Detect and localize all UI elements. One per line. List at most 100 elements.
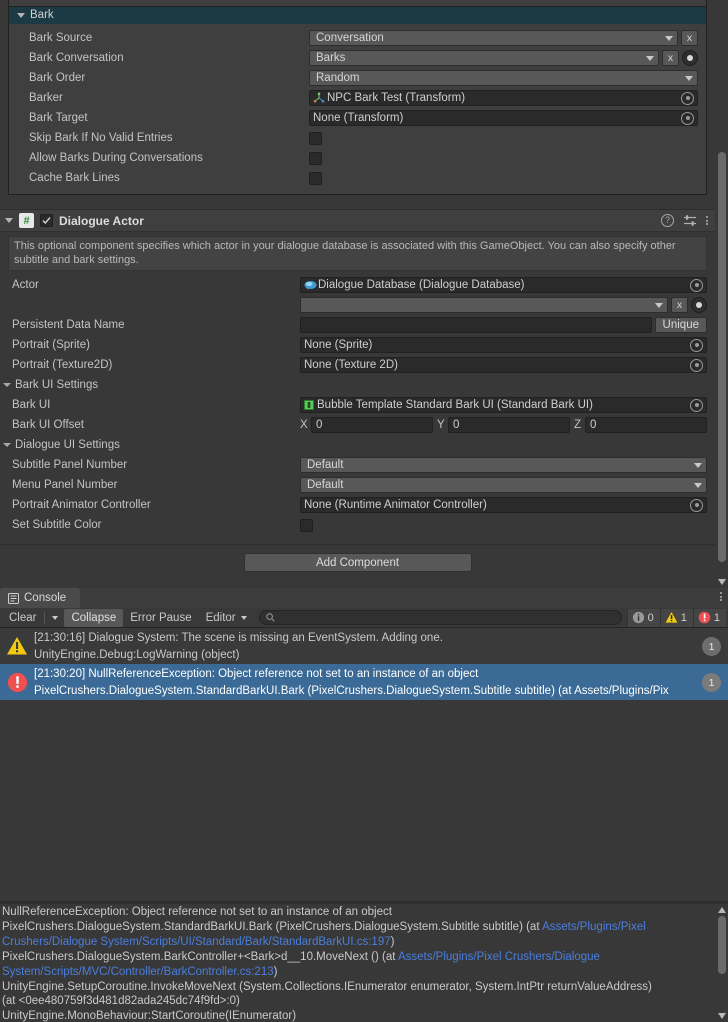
- object-picker-icon[interactable]: [690, 498, 703, 512]
- stack-trace-link[interactable]: Assets/Plugins/Pixel: [542, 921, 646, 933]
- object-picker-icon[interactable]: [690, 398, 703, 412]
- row-skip-bark: Skip Bark If No Valid Entries: [17, 128, 698, 148]
- console-detail-scrollbar-thumb[interactable]: [718, 916, 726, 974]
- chevron-up-icon[interactable]: [717, 907, 726, 913]
- stack-trace-link[interactable]: Crushers/Dialogue System/Scripts/UI/Stan…: [2, 936, 391, 948]
- dialogue-actor-enabled-checkbox[interactable]: [40, 214, 53, 227]
- skip-bark-checkbox[interactable]: [309, 131, 322, 145]
- console-icon: [8, 592, 19, 604]
- foldout-triangle-icon[interactable]: [17, 13, 25, 18]
- prefab-icon: [304, 400, 314, 410]
- bark-order-dropdown[interactable]: Random: [309, 70, 698, 86]
- bark-conversation-value: Barks: [316, 52, 346, 64]
- portrait-sprite-object-field[interactable]: None (Sprite): [300, 337, 707, 353]
- row-set-subtitle-color: Set Subtitle Color: [8, 515, 707, 535]
- tab-console[interactable]: Console: [0, 588, 81, 608]
- row-bark-order: Bark Order Random: [17, 68, 698, 88]
- dialogue-database-icon: [304, 280, 317, 290]
- foldout-triangle-icon[interactable]: [3, 383, 11, 387]
- console-detail-text: NullReferenceException: Object reference…: [0, 904, 728, 1022]
- stack-trace-link[interactable]: System/Scripts/MVC/Controller/BarkContro…: [2, 966, 274, 978]
- object-picker-icon[interactable]: [690, 278, 703, 292]
- chevron-down-icon: [240, 615, 247, 620]
- console-detail-pane[interactable]: NullReferenceException: Object reference…: [0, 904, 728, 1022]
- kebab-menu-icon[interactable]: [706, 216, 708, 225]
- bark-foldout-header[interactable]: Bark: [9, 7, 706, 24]
- actor-name-picker-button[interactable]: [691, 297, 707, 313]
- bark-ui-settings-foldout[interactable]: Bark UI Settings: [2, 375, 707, 395]
- row-persistent-data-name: Persistent Data Name Unique: [8, 315, 707, 335]
- console-search-input[interactable]: [258, 610, 622, 625]
- warning-counter[interactable]: 1: [659, 608, 693, 627]
- offset-y-axis-label: Y: [437, 419, 445, 431]
- set-subtitle-color-checkbox[interactable]: [300, 518, 313, 532]
- allow-barks-checkbox[interactable]: [309, 151, 322, 165]
- label-bark-ui-offset: Bark UI Offset: [12, 419, 85, 431]
- actor-name-dropdown[interactable]: [300, 297, 668, 313]
- inspector-scrollbar-thumb[interactable]: [718, 152, 726, 562]
- actor-name-clear-button[interactable]: x: [671, 297, 688, 313]
- offset-z-input[interactable]: 0: [585, 417, 707, 433]
- stack-trace-link[interactable]: Assets/Plugins/Pixel Crushers/Dialogue: [398, 951, 600, 963]
- editor-dropdown[interactable]: Editor: [199, 609, 254, 627]
- bark-source-clear-button[interactable]: x: [681, 30, 698, 46]
- inspector-scrollbar[interactable]: [715, 0, 728, 588]
- subtitle-panel-number-dropdown[interactable]: Default: [300, 457, 707, 473]
- bark-component-box: Bark Bark Source Conversation x Bark Con…: [8, 6, 707, 195]
- offset-x-input[interactable]: 0: [311, 417, 433, 433]
- dialogue-actor-header[interactable]: # Dialogue Actor ?: [0, 210, 715, 232]
- label-barker: Barker: [29, 92, 63, 104]
- persistent-data-name-input[interactable]: [300, 317, 652, 333]
- foldout-triangle-icon[interactable]: [3, 443, 11, 447]
- bark-target-object-field[interactable]: None (Transform): [309, 110, 698, 126]
- actor-object-field[interactable]: Dialogue Database (Dialogue Database): [300, 277, 707, 293]
- bark-source-dropdown[interactable]: Conversation: [309, 30, 678, 46]
- preset-settings-icon[interactable]: [683, 214, 697, 227]
- divider: [44, 611, 46, 624]
- object-picker-icon[interactable]: [681, 111, 694, 125]
- dialogue-ui-settings-label: Dialogue UI Settings: [15, 439, 120, 451]
- collapse-label: Collapse: [71, 611, 117, 624]
- offset-z: Z 0: [574, 417, 707, 433]
- add-component-button[interactable]: Add Component: [243, 553, 472, 572]
- chevron-down-icon[interactable]: [717, 1013, 726, 1019]
- portrait-texture2d-object-field[interactable]: None (Texture 2D): [300, 357, 707, 373]
- stack-trace-line: PixelCrushers.DialogueSystem.StandardBar…: [2, 920, 712, 935]
- barker-object-field[interactable]: NPC Bark Test (Transform): [309, 90, 698, 106]
- portrait-animator-controller-object-field[interactable]: None (Runtime Animator Controller): [300, 497, 707, 513]
- console-detail-scrollbar[interactable]: [715, 904, 728, 1022]
- dialogue-ui-settings-foldout[interactable]: Dialogue UI Settings: [2, 435, 707, 455]
- cache-bark-lines-checkbox[interactable]: [309, 171, 322, 185]
- error-pause-toggle[interactable]: Error Pause: [123, 609, 198, 627]
- row-bark-ui: Bark UI Bubble Template Standard Bark UI…: [8, 395, 707, 415]
- chevron-down-icon: [665, 35, 673, 41]
- object-picker-icon[interactable]: [681, 91, 694, 105]
- row-bark-ui-offset: Bark UI Offset X 0 Y 0 Z 0: [8, 415, 707, 435]
- unique-button[interactable]: Unique: [654, 317, 707, 333]
- clear-button[interactable]: Clear: [2, 609, 43, 627]
- object-picker-icon[interactable]: [690, 338, 703, 352]
- info-counter[interactable]: 0: [626, 608, 660, 627]
- error-counter[interactable]: 1: [692, 608, 726, 627]
- object-picker-icon[interactable]: [690, 358, 703, 372]
- bark-ui-object-field[interactable]: Bubble Template Standard Bark UI (Standa…: [300, 397, 707, 413]
- label-portrait-sprite: Portrait (Sprite): [12, 339, 90, 351]
- menu-panel-number-dropdown[interactable]: Default: [300, 477, 707, 493]
- bark-conversation-dropdown[interactable]: Barks: [309, 50, 659, 66]
- actor-value: Dialogue Database (Dialogue Database): [318, 279, 525, 291]
- message-count-badge: 1: [702, 637, 721, 656]
- help-icon[interactable]: ?: [661, 214, 674, 227]
- bark-conversation-clear-button[interactable]: x: [662, 50, 679, 66]
- chevron-down-icon[interactable]: [717, 579, 726, 585]
- clear-dropdown-button[interactable]: [46, 609, 64, 627]
- offset-y-input[interactable]: 0: [448, 417, 570, 433]
- portrait-texture2d-value: None (Texture 2D): [304, 359, 398, 371]
- foldout-triangle-icon[interactable]: [5, 218, 13, 223]
- bark-conversation-picker-button[interactable]: [682, 50, 698, 66]
- console-message-row[interactable]: [21:30:20] NullReferenceException: Objec…: [0, 664, 728, 700]
- console-message-row[interactable]: [21:30:16] Dialogue System: The scene is…: [0, 628, 728, 664]
- bark-rows: Bark Source Conversation x Bark Conversa…: [9, 24, 706, 194]
- kebab-menu-icon[interactable]: [720, 592, 722, 601]
- console-message-list[interactable]: [21:30:16] Dialogue System: The scene is…: [0, 628, 728, 901]
- collapse-toggle[interactable]: Collapse: [64, 608, 124, 627]
